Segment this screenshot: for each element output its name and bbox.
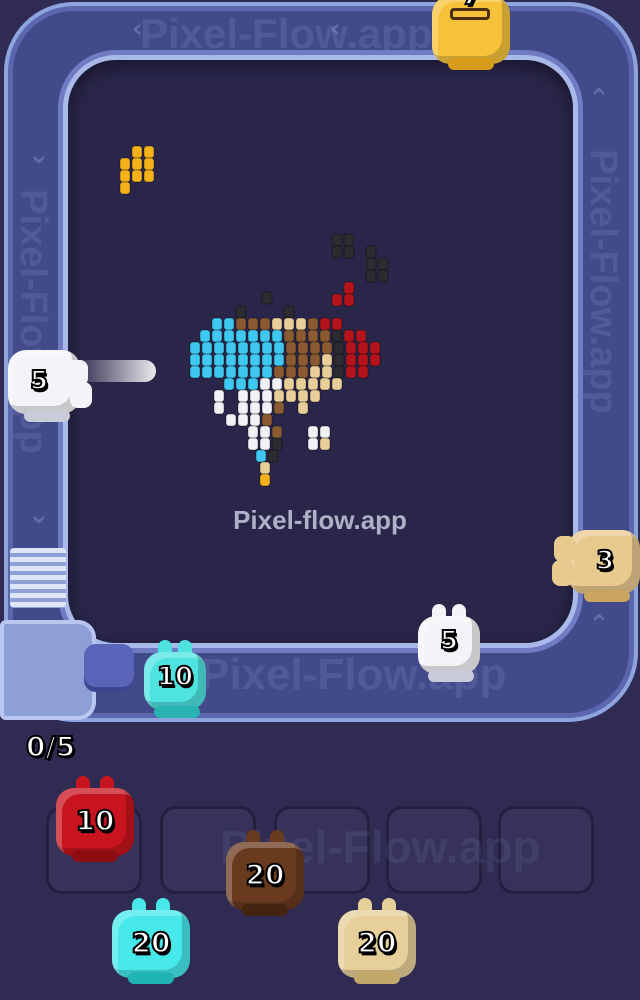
track-shooter-7[interactable]: 7 <box>432 0 510 70</box>
ammo-count: 10 <box>75 803 116 838</box>
queue-shooter-brown-20[interactable]: 20 <box>226 830 304 916</box>
dock-button[interactable] <box>84 644 134 692</box>
chevron-left-icon: ‹ <box>330 14 341 44</box>
pixel-art-board <box>68 60 573 643</box>
chevron-up-icon: ⌃ <box>588 84 610 114</box>
conveyor-stairs-icon <box>10 548 66 608</box>
ammo-count: 20 <box>131 925 172 960</box>
conveyor-dock <box>0 620 96 720</box>
game-board: Pixel-Flow.app Pixel-Flow.app Pixel-Flow… <box>0 0 640 1000</box>
ammo-count: 5 <box>439 625 459 657</box>
watermark-top: Pixel-Flow.app <box>140 10 433 57</box>
chevron-down-icon: ⌄ <box>28 140 50 170</box>
ammo-count: 20 <box>357 925 398 960</box>
queue-shooter-cyan-20[interactable]: 20 <box>112 898 190 984</box>
track-shooter-5-bottom[interactable]: 5 <box>418 604 496 690</box>
chevron-up-icon: ⌃ <box>588 610 610 640</box>
ammo-count: 20 <box>245 857 286 892</box>
ammo-count: 10 <box>156 661 194 693</box>
ammo-count: 7 <box>432 0 510 12</box>
chevron-left-icon: ‹ <box>132 14 143 44</box>
collector-counter: 0/5 <box>25 729 76 764</box>
queue-shooter-red-10[interactable]: 10 <box>56 776 134 862</box>
queue-shooter-tan-20[interactable]: 20 <box>338 898 416 984</box>
center-watermark: Pixel-flow.app <box>233 505 407 535</box>
track-shooter-5-left[interactable]: 5 <box>8 340 92 426</box>
ammo-count: 3 <box>595 545 615 577</box>
track-shooter-3-right[interactable]: 3 <box>552 520 640 606</box>
ammo-count: 5 <box>29 365 49 397</box>
track-shooter-10-bottom[interactable]: 10 <box>144 640 222 726</box>
watermark-right: Pixel-Flow.app <box>581 149 624 414</box>
